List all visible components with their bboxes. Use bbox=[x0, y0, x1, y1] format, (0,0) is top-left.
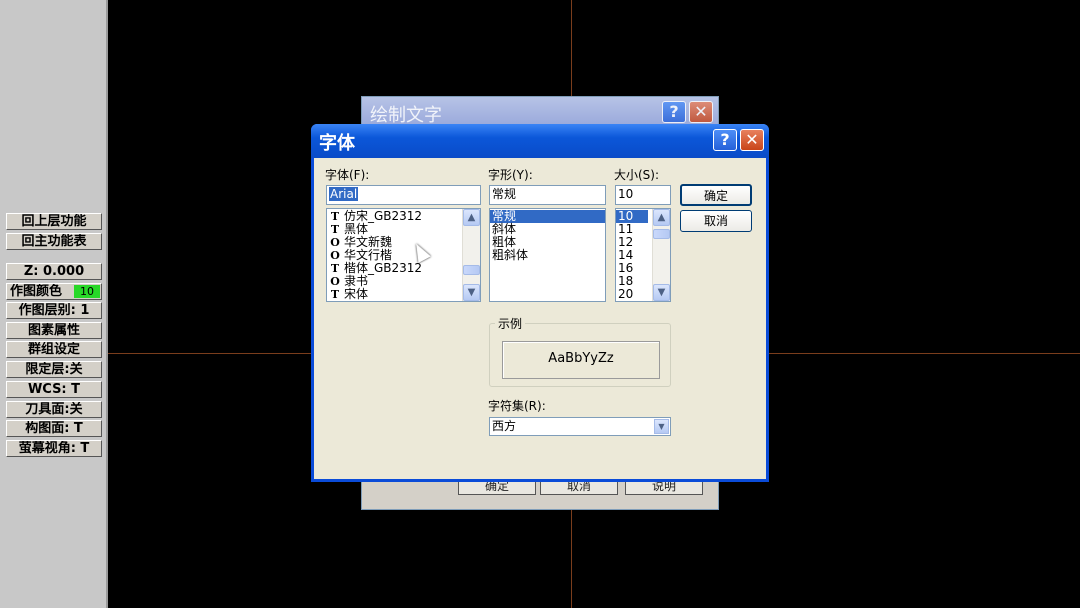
help-icon[interactable]: ? bbox=[662, 101, 686, 123]
sample-preview: AaBbYyZz bbox=[502, 341, 660, 379]
draw-text-title-bar[interactable]: 绘制文字 ? ✕ bbox=[362, 97, 718, 127]
draw-color-button[interactable]: 作图颜色 10 bbox=[6, 283, 102, 300]
opentype-font-icon: O bbox=[330, 249, 340, 262]
main-menu-button[interactable]: 回主功能表 bbox=[6, 233, 102, 250]
font-dialog-title: 字体 bbox=[319, 133, 355, 154]
scroll-down-icon[interactable]: ▼ bbox=[463, 284, 480, 301]
truetype-font-icon: T bbox=[330, 288, 340, 301]
construction-plane-button[interactable]: 构图面: T bbox=[6, 420, 102, 437]
charset-select[interactable]: 西方 ▼ bbox=[489, 417, 671, 436]
font-size-input[interactable]: 10 bbox=[615, 185, 671, 205]
font-list-item-label: 黑体 bbox=[344, 222, 369, 236]
font-family-input[interactable]: Arial bbox=[326, 185, 481, 205]
font-list-item-label: 华文行楷 bbox=[344, 248, 393, 262]
charset-label: 字符集(R): bbox=[488, 399, 546, 413]
font-list-scrollbar[interactable]: ▲ ▼ bbox=[462, 209, 480, 301]
draw-level-button[interactable]: 作图层别: 1 bbox=[6, 302, 102, 319]
font-list-scroll-thumb[interactable] bbox=[463, 265, 480, 275]
font-family-value: Arial bbox=[329, 187, 359, 201]
font-style-input[interactable]: 常规 bbox=[489, 185, 606, 205]
chevron-down-icon[interactable]: ▼ bbox=[654, 419, 669, 434]
size-list-scroll-thumb[interactable] bbox=[653, 229, 670, 239]
truetype-font-icon: T bbox=[330, 262, 340, 275]
close-icon[interactable]: ✕ bbox=[740, 129, 764, 151]
font-list-item-label: 宋体 bbox=[344, 287, 369, 301]
font-family-label: 字体(F): bbox=[325, 168, 370, 182]
scroll-up-icon[interactable]: ▲ bbox=[463, 209, 480, 226]
font-size-list-item[interactable]: 20 bbox=[616, 288, 648, 301]
font-style-label: 字形(Y): bbox=[488, 168, 533, 182]
close-icon[interactable]: ✕ bbox=[689, 101, 713, 123]
font-list-item-label: 隶书 bbox=[344, 274, 369, 288]
font-dialog-title-bar[interactable]: 字体 ? ✕ bbox=[311, 124, 769, 158]
z-depth-button[interactable]: Z: 0.000 bbox=[6, 263, 102, 280]
truetype-font-icon: T bbox=[330, 210, 340, 223]
font-family-list[interactable]: T 仿宋_GB2312 T 黑体 O 华文新魏 O 华文行楷 T 楷体_GB2312 O 隶书 T 宋体 … bbox=[326, 208, 481, 302]
help-icon[interactable]: ? bbox=[713, 129, 737, 151]
font-list-item-label: 楷体_GB2312 bbox=[344, 261, 423, 275]
font-list-item-label: 华文新魏 bbox=[344, 235, 393, 249]
entity-attributes-button[interactable]: 图素属性 bbox=[6, 322, 102, 339]
draw-color-label: 作图颜色 bbox=[10, 284, 63, 299]
draw-color-swatch: 10 bbox=[74, 285, 100, 298]
font-ok-button[interactable]: 确定 bbox=[680, 184, 752, 206]
font-list-item-label: 仿宋_GB2312 bbox=[344, 209, 423, 223]
wcs-button[interactable]: WCS: T bbox=[6, 381, 102, 398]
mask-level-button[interactable]: 限定层:关 bbox=[6, 361, 102, 378]
charset-value: 西方 bbox=[492, 419, 517, 433]
sample-groupbox: 示例 AaBbYyZz bbox=[489, 315, 671, 387]
group-setting-button[interactable]: 群组设定 bbox=[6, 341, 102, 358]
font-cancel-button[interactable]: 取消 bbox=[680, 210, 752, 232]
font-dialog: 字体 ? ✕ 字体(F): Arial T 仿宋_GB2312 T 黑体 O 华文新魏 O 华… bbox=[311, 124, 769, 482]
opentype-font-icon: O bbox=[330, 236, 340, 249]
scroll-down-icon[interactable]: ▼ bbox=[653, 284, 670, 301]
truetype-font-icon: T bbox=[330, 223, 340, 236]
font-list-item[interactable]: T 宋体 bbox=[327, 287, 480, 302]
screen-view-button[interactable]: 萤幕视角: T bbox=[6, 440, 102, 457]
tool-plane-button[interactable]: 刀具面:关 bbox=[6, 401, 102, 418]
font-style-list[interactable]: 常规 斜体 粗体 粗斜体 bbox=[489, 208, 606, 302]
font-size-label: 大小(S): bbox=[614, 168, 660, 182]
opentype-font-icon: O bbox=[330, 275, 340, 288]
sample-label: 示例 bbox=[495, 315, 526, 332]
font-size-list[interactable]: 10 11 12 14 16 18 20 ▲ ▼ bbox=[615, 208, 671, 302]
font-style-list-item[interactable]: 粗斜体 bbox=[490, 249, 605, 262]
back-up-level-button[interactable]: 回上层功能 bbox=[6, 213, 102, 230]
size-list-scrollbar[interactable]: ▲ ▼ bbox=[652, 209, 670, 301]
scroll-up-icon[interactable]: ▲ bbox=[653, 209, 670, 226]
function-menu-panel: 回上层功能 回主功能表 Z: 0.000 作图颜色 10 作图层别: 1 图素属… bbox=[0, 0, 108, 608]
